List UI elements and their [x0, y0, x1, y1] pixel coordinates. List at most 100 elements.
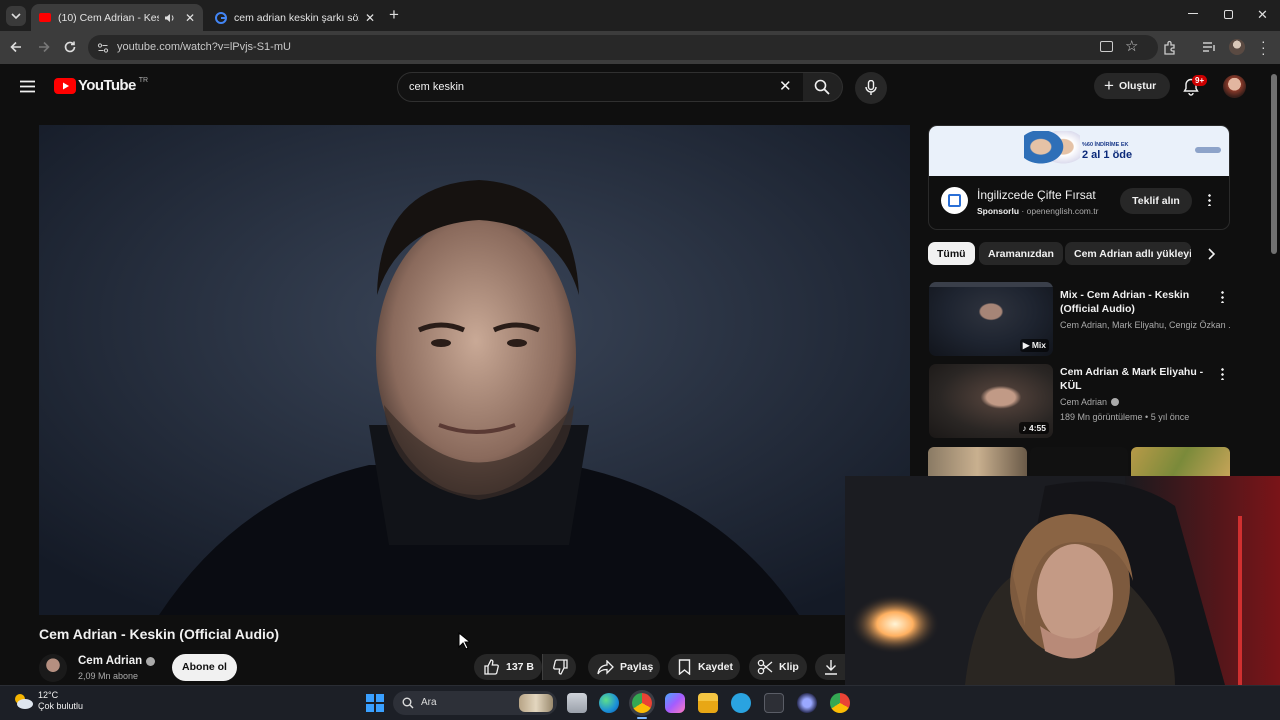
speaker-icon[interactable] [163, 12, 175, 24]
like-button[interactable]: 137 B [474, 654, 542, 680]
telegram-icon[interactable] [731, 693, 751, 713]
share-button[interactable]: Paylaş [588, 654, 660, 680]
clear-search-icon[interactable]: ✕ [779, 77, 792, 95]
search-highlight-image [519, 694, 553, 712]
minimize-icon[interactable] [1188, 13, 1198, 14]
youtube-play-icon [54, 77, 76, 94]
install-app-icon[interactable] [1100, 41, 1113, 52]
sponsored-label: Sponsorlu [977, 206, 1020, 216]
bookmark-icon [678, 659, 691, 675]
related-thumbnail[interactable]: ▶ Mix [929, 282, 1053, 356]
file-explorer-icon[interactable] [698, 693, 718, 713]
google-favicon-icon [215, 11, 227, 24]
video-title: Cem Adrian - Keskin (Official Audio) [39, 626, 280, 642]
voice-search-button[interactable] [855, 72, 887, 104]
related-meta: Cem Adrian, Mark Eliyahu, Cengiz Özkan .… [1060, 320, 1230, 330]
reload-icon[interactable] [63, 40, 77, 54]
shorts-thumbnail[interactable] [1131, 447, 1230, 477]
media-control-icon[interactable] [1202, 41, 1216, 53]
ad-cta-button[interactable]: Teklif alın [1120, 188, 1192, 214]
bookmark-star-icon[interactable]: ☆ [1125, 37, 1138, 55]
tab-search-icon[interactable] [6, 6, 26, 26]
new-tab-icon[interactable]: + [389, 5, 399, 25]
edge-icon[interactable] [599, 693, 619, 713]
chip-from-search[interactable]: Aramanızdan [979, 242, 1063, 265]
related-more-icon[interactable] [1221, 290, 1224, 303]
chip-uploader[interactable]: Cem Adrian adlı yükleyic [1065, 242, 1191, 265]
windows-taskbar: 12°C Çok bulutlu Ara [0, 685, 1280, 720]
search-icon [402, 697, 414, 709]
extensions-icon[interactable] [1162, 40, 1177, 55]
share-arrow-icon [597, 659, 614, 675]
search-button[interactable] [803, 72, 843, 102]
profile-avatar[interactable] [1229, 39, 1245, 55]
region-label: TR [138, 77, 149, 84]
related-thumbnail[interactable]: ♪ 4:55 [929, 364, 1053, 438]
weather-text: Çok bulutlu [38, 701, 84, 711]
shorts-thumbnail[interactable] [1030, 447, 1128, 477]
tab-title: cem adrian keskin şarkı sözleri [234, 11, 359, 24]
chip-all[interactable]: Tümü [928, 242, 975, 265]
start-windows-icon[interactable] [366, 694, 384, 712]
forward-icon[interactable] [37, 40, 51, 54]
browser-toolbar: youtube.com/watch?v=lPvjs-S1-mU ☆ · · · [0, 31, 1280, 64]
related-title[interactable]: Cem Adrian & Mark Eliyahu - KÜL [1060, 365, 1220, 393]
subscribe-button[interactable]: Abone ol [172, 654, 237, 681]
menu-dots-icon[interactable]: · · · [1261, 34, 1266, 60]
ad-brand-icon [941, 187, 968, 214]
clip-label: Klip [779, 661, 799, 673]
chips-next-icon[interactable] [1206, 248, 1216, 260]
ad-banner[interactable]: %60 İNDİRİME EK 2 al 1 öde [929, 126, 1229, 176]
dislike-button[interactable] [542, 654, 576, 680]
taskbar-search-box[interactable]: Ara [393, 691, 557, 715]
related-channel: Cem Adrian [1060, 397, 1230, 407]
logo-text: YouTube [78, 77, 136, 94]
verified-check-icon [1111, 398, 1120, 406]
playlist-play-icon: ▶ [1022, 340, 1032, 350]
channel-name[interactable]: Cem Adrian [78, 655, 156, 667]
copilot-icon[interactable] [665, 693, 685, 713]
download-button[interactable] [815, 654, 847, 680]
youtube-favicon-icon [39, 13, 51, 22]
account-avatar[interactable] [1223, 75, 1246, 98]
task-view-icon[interactable] [567, 693, 587, 713]
create-button[interactable]: + Oluştur [1094, 73, 1170, 99]
ad-card[interactable]: %60 İNDİRİME EK 2 al 1 öde İngilizcede Ç… [928, 125, 1230, 230]
ad-domain: openenglish.com.tr [1026, 206, 1099, 216]
music-note-icon: ♪ [1022, 423, 1029, 433]
clip-button[interactable]: Klip [749, 654, 807, 680]
hamburger-menu-icon[interactable] [20, 80, 35, 93]
app-icon[interactable] [797, 693, 817, 713]
active-app-indicator [637, 717, 647, 719]
address-bar[interactable]: youtube.com/watch?v=lPvjs-S1-mU ☆ [88, 35, 1158, 60]
close-tab-icon[interactable]: ✕ [365, 11, 375, 25]
ad-more-icon[interactable] [1208, 193, 1211, 206]
close-window-icon[interactable]: ✕ [1257, 7, 1268, 23]
temperature: 12°C [38, 690, 59, 700]
save-button[interactable]: Kaydet [668, 654, 740, 680]
like-count: 137 B [506, 661, 535, 673]
related-more-icon[interactable] [1221, 367, 1224, 380]
page-scrollbar[interactable] [1271, 74, 1277, 254]
tab-youtube[interactable]: (10) Cem Adrian - Keskin (O ✕ [31, 4, 203, 31]
tab-google-search[interactable]: cem adrian keskin şarkı sözleri ✕ [207, 4, 383, 31]
shorts-thumbnail[interactable] [928, 447, 1027, 477]
related-title[interactable]: Mix - Cem Adrian - Keskin (Official Audi… [1060, 288, 1220, 316]
weather-widget[interactable]: 12°C Çok bulutlu [12, 690, 83, 712]
related-views: 189 Mn görüntüleme • 5 yıl önce [1060, 412, 1190, 422]
channel-avatar[interactable] [39, 654, 67, 682]
youtube-logo[interactable]: YouTube TR [54, 77, 148, 94]
site-info-icon[interactable] [97, 42, 109, 54]
related-channel-text: Cem Adrian [1060, 397, 1108, 407]
webcam-overlay [845, 476, 1280, 685]
close-tab-icon[interactable]: ✕ [185, 11, 195, 25]
restore-icon[interactable] [1224, 10, 1233, 19]
chrome-profile-icon[interactable] [830, 693, 850, 713]
video-player[interactable] [39, 125, 910, 615]
terminal-icon[interactable] [764, 693, 784, 713]
chrome-icon[interactable] [632, 693, 652, 713]
ad-title: İngilizcede Çifte Fırsat [977, 188, 1096, 202]
back-icon[interactable] [9, 40, 23, 54]
scissors-icon [757, 659, 773, 675]
search-input[interactable]: cem keskin ✕ [397, 72, 804, 102]
